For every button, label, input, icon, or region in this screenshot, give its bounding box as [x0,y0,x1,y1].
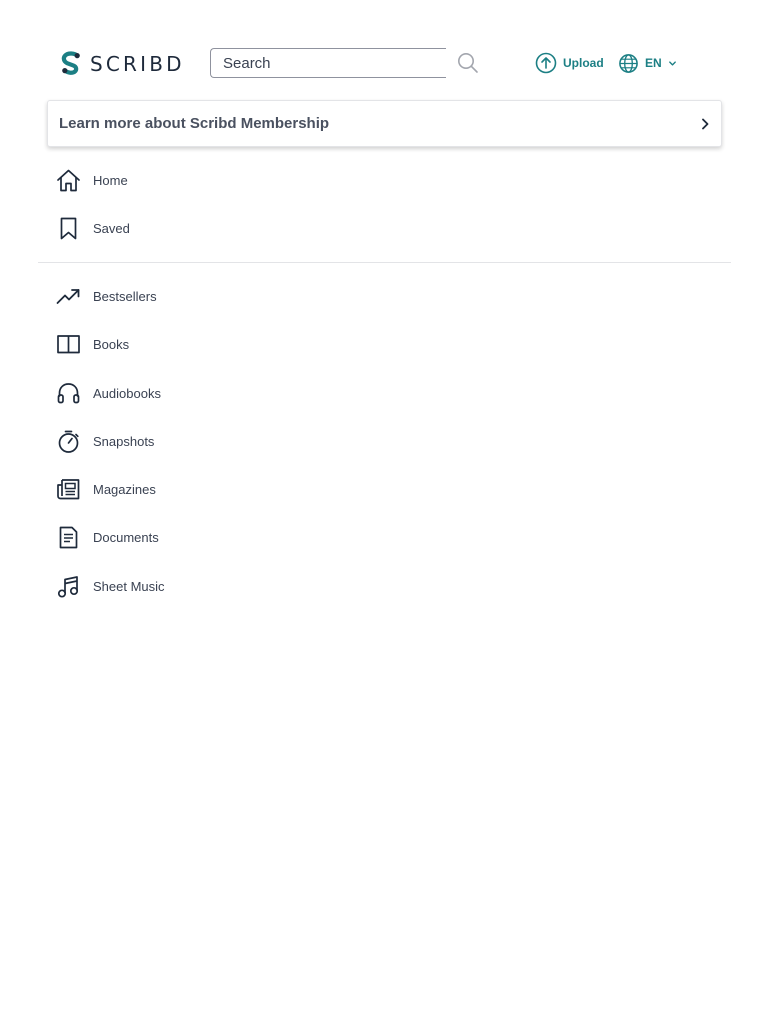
stopwatch-icon [56,429,81,454]
magazine-icon [56,477,81,502]
search-field[interactable] [210,48,446,78]
nav-label: Sheet Music [93,578,165,594]
nav-label: Audiobooks [93,385,161,401]
nav-item-books[interactable]: Books [56,330,129,358]
nav-item-saved[interactable]: Saved [56,214,130,242]
globe-icon [619,53,638,73]
nav-label: Books [93,336,130,352]
nav-item-snapshots[interactable]: Snapshots [56,427,154,455]
upload-icon [535,52,557,74]
language-label: EN [645,56,662,70]
home-icon [56,168,81,193]
nav-label: Documents [93,529,159,545]
document-icon [56,525,81,550]
search-icon [458,53,478,73]
scribd-logo-icon [61,50,80,75]
nav-item-magazines[interactable]: Magazines [56,475,156,503]
search-input[interactable] [211,49,446,77]
nav-label: Home [93,172,128,188]
chevron-down-icon [668,60,676,66]
bookmark-icon [56,216,81,241]
headphones-icon [56,381,81,406]
nav-item-documents[interactable]: Documents [56,523,159,551]
nav-divider [38,262,731,263]
nav-item-sheet-music[interactable]: Sheet Music [56,572,165,600]
upload-button[interactable]: Upload [535,52,604,74]
scribd-logo[interactable]: SCRIBD [60,50,185,77]
nav-item-bestsellers[interactable]: Bestsellers [56,282,157,310]
chevron-right-icon [702,118,709,129]
membership-label: Learn more about Scribd Membership [59,115,330,132]
nav-label: Saved [93,220,130,236]
music-note-icon [56,574,81,599]
logo-text: SCRIBD [90,51,185,76]
trending-up-icon [56,284,81,309]
nav-label: Magazines [93,481,156,497]
upload-label: Upload [563,56,604,70]
membership-banner[interactable]: Learn more about Scribd Membership [47,100,722,147]
nav-item-home[interactable]: Home [56,166,128,194]
nav-label: Bestsellers [93,288,157,304]
nav-item-audiobooks[interactable]: Audiobooks [56,379,161,407]
nav-label: Snapshots [93,433,155,449]
language-selector[interactable]: EN [618,52,677,74]
book-icon [56,332,81,357]
search-button[interactable] [456,52,480,74]
